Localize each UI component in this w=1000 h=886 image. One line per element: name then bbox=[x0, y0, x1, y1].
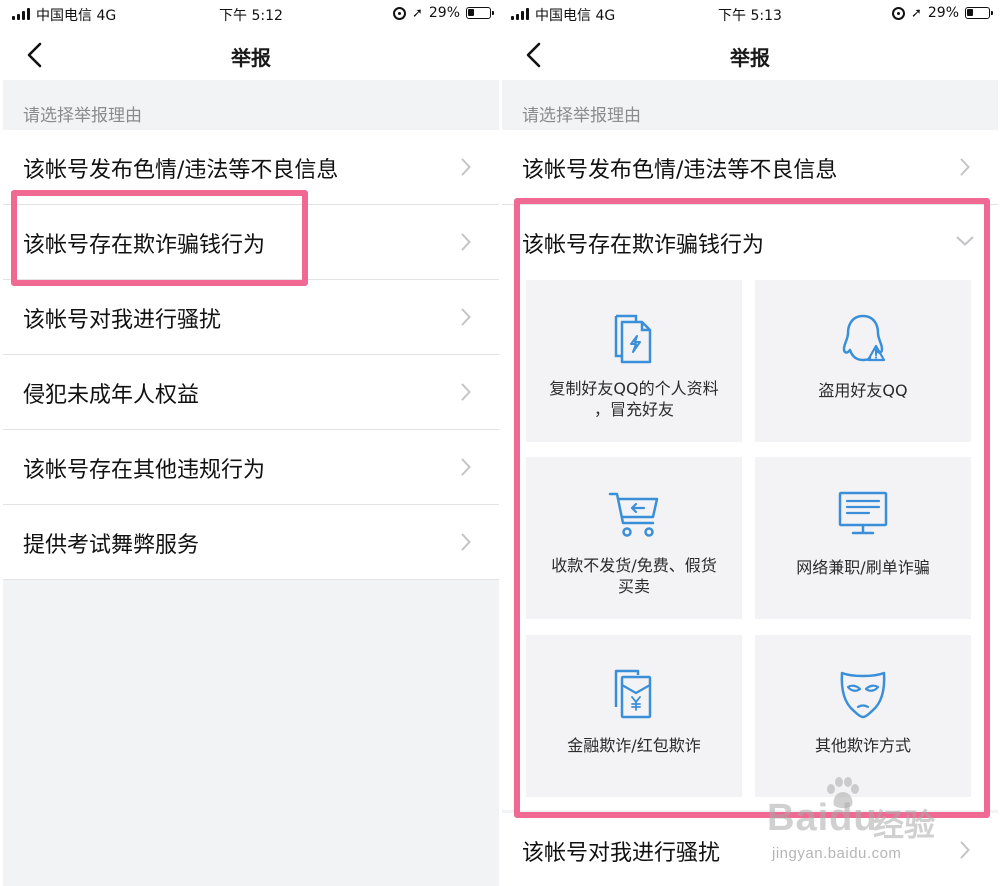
chevron-right-icon bbox=[461, 233, 471, 251]
status-bar: 中国电信 4G 下午 5:13 ➚ 29% bbox=[502, 0, 998, 30]
section-header: 请选择举报理由 bbox=[3, 80, 499, 130]
battery-percent: 29% bbox=[428, 5, 460, 21]
battery-icon bbox=[466, 7, 494, 19]
divider bbox=[3, 579, 499, 580]
page-title: 举报 bbox=[231, 46, 271, 70]
chevron-right-icon bbox=[960, 158, 970, 176]
report-reason-label: 该帐号对我进行骚扰 bbox=[23, 308, 222, 333]
section-header: 请选择举报理由 bbox=[502, 80, 998, 130]
chevron-right-icon bbox=[461, 458, 471, 476]
report-reason-item[interactable]: 该帐号对我进行骚扰 bbox=[3, 280, 499, 355]
rotation-lock-icon bbox=[891, 6, 905, 20]
report-reason-label: 提供考试舞弊服务 bbox=[23, 533, 200, 558]
chevron-right-icon bbox=[461, 383, 471, 401]
baidu-jingyan-watermark: Baidu 经验 jingyan.baidu.com bbox=[767, 775, 997, 885]
watermark-brand: Baidu bbox=[767, 797, 878, 840]
battery-icon bbox=[965, 7, 993, 19]
battery-percent: 29% bbox=[927, 5, 959, 21]
chevron-right-icon bbox=[461, 308, 471, 326]
brand-part: du bbox=[829, 797, 878, 839]
nav-bar: 举报 bbox=[502, 30, 998, 80]
report-reason-item[interactable]: 该帐号发布色情/违法等不良信息 bbox=[502, 130, 998, 205]
section-header-label: 请选择举报理由 bbox=[23, 106, 142, 126]
phone-screen-right: 中国电信 4G 下午 5:13 ➚ 29% 举报 请选择举报理由 该帐号发布色情… bbox=[502, 0, 998, 886]
brand-part: Bai bbox=[767, 797, 830, 839]
nav-bar: 举报 bbox=[3, 30, 499, 80]
phone-screen-left: 中国电信 4G 下午 5:12 ➚ 29% 举报 请选择举报理由 该帐号发布色情… bbox=[3, 0, 499, 886]
report-reason-item[interactable]: 提供考试舞弊服务 bbox=[3, 505, 499, 580]
report-reason-item[interactable]: 该帐号存在其他违规行为 bbox=[3, 430, 499, 505]
report-reason-label: 该帐号对我进行骚扰 bbox=[522, 841, 721, 866]
location-arrow-icon: ➚ bbox=[411, 5, 423, 21]
report-reason-label: 该帐号存在其他违规行为 bbox=[23, 458, 266, 483]
report-reason-label: 侵犯未成年人权益 bbox=[23, 383, 200, 408]
status-bar: 中国电信 4G 下午 5:12 ➚ 29% bbox=[3, 0, 499, 30]
report-reason-label: 该帐号发布色情/违法等不良信息 bbox=[23, 158, 339, 183]
report-reason-item[interactable]: 侵犯未成年人权益 bbox=[3, 355, 499, 430]
watermark-brand-cn: 经验 bbox=[873, 808, 935, 844]
chevron-right-icon bbox=[461, 158, 471, 176]
section-header-label: 请选择举报理由 bbox=[522, 106, 641, 126]
highlight-box bbox=[514, 198, 990, 818]
report-reason-label: 该帐号发布色情/违法等不良信息 bbox=[522, 158, 838, 183]
location-arrow-icon: ➚ bbox=[910, 5, 922, 21]
highlight-box bbox=[11, 190, 308, 286]
rotation-lock-icon bbox=[392, 6, 406, 20]
watermark-url: jingyan.baidu.com bbox=[772, 845, 902, 862]
page-title: 举报 bbox=[730, 46, 770, 70]
chevron-right-icon bbox=[461, 533, 471, 551]
